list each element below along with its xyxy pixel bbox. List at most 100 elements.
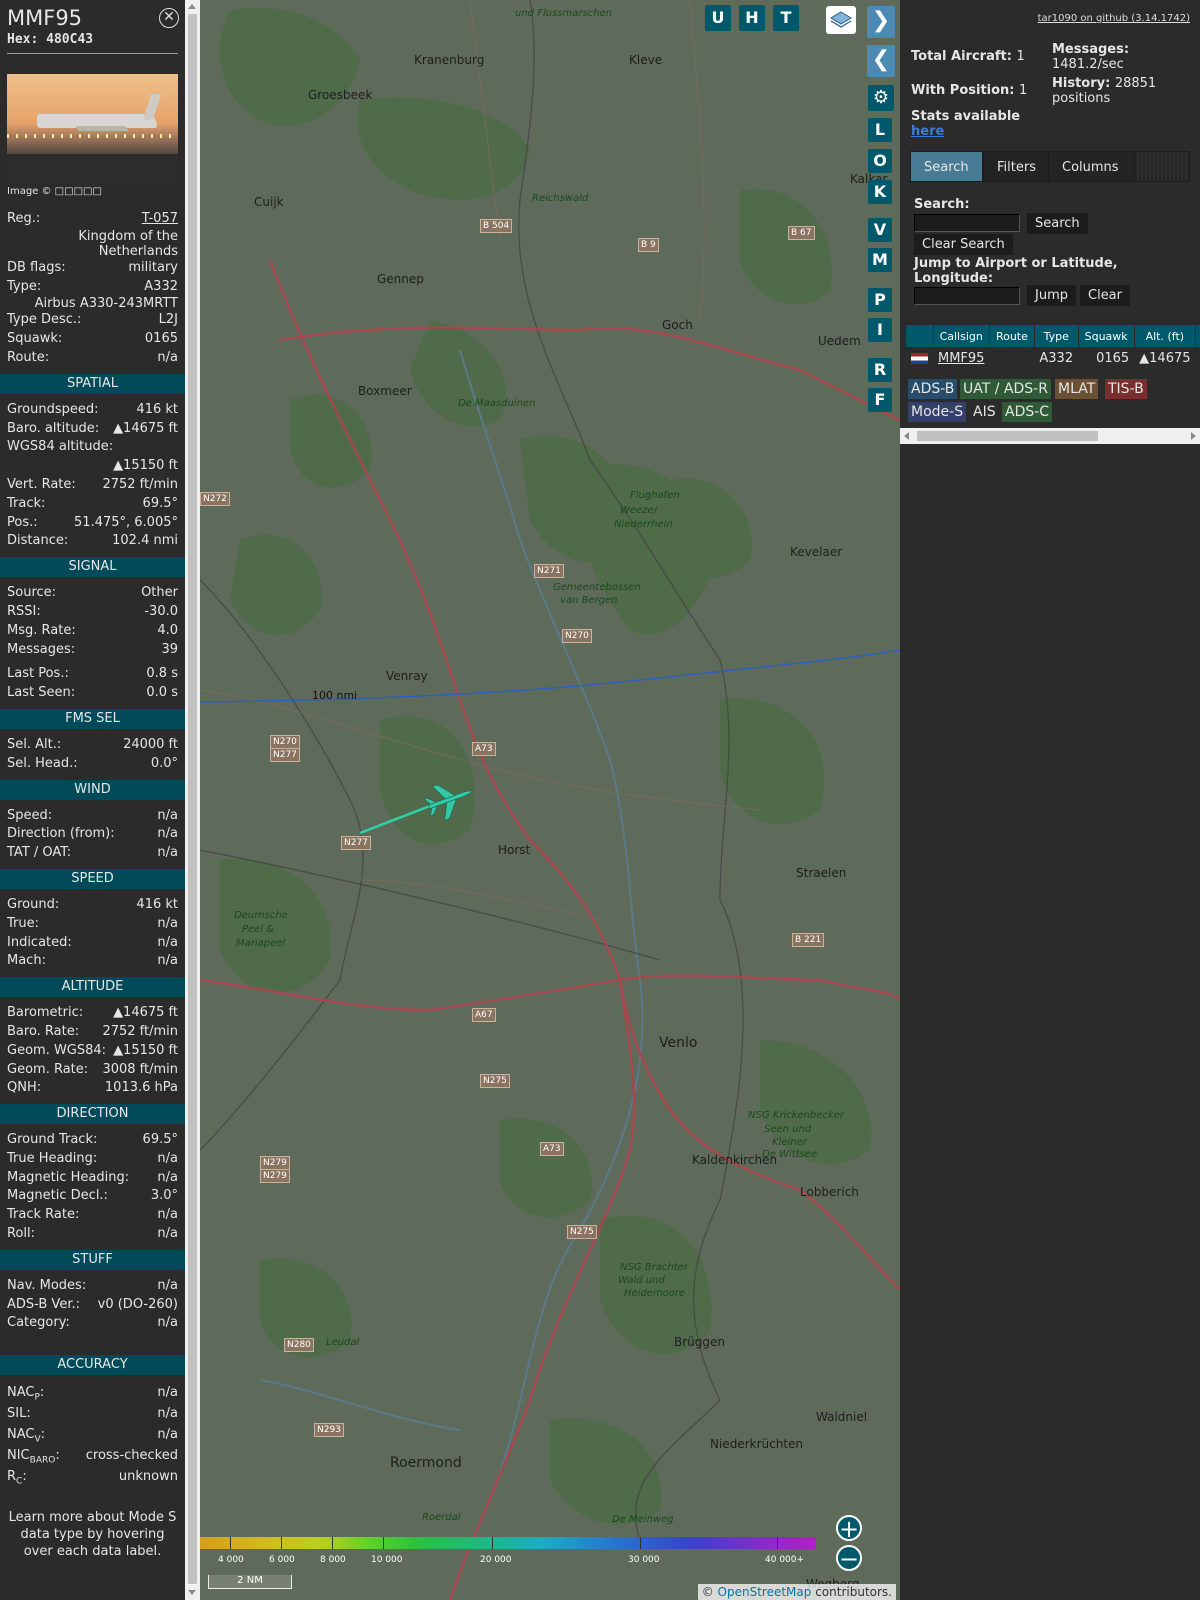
info-label: Mach: [7,953,46,969]
column-header-type[interactable]: Type [1034,325,1079,347]
map-button-i[interactable]: I [868,318,892,342]
accuracy-section: NACP: n/a SIL: n/a NACV: n/a NICBARO: cross-che… [0,1382,185,1487]
source-badge-mlat[interactable]: MLAT [1055,379,1099,399]
section-header-signal: SIGNAL [0,557,185,578]
map-button-f[interactable]: F [868,388,892,412]
source-badge-uat-ads-r[interactable]: UAT / ADS-R [960,379,1051,399]
info-panel-scrollbar[interactable] [185,0,200,1600]
aircraft-photo[interactable] [7,74,178,183]
map-button-t[interactable]: T [773,5,799,31]
map-button-r[interactable]: R [868,358,892,382]
info-value: ▲14675 ft [113,1005,178,1021]
zoom-in-button[interactable]: + [836,1515,862,1541]
tab-columns[interactable]: Columns [1048,151,1133,182]
info-label: Pos.: [7,514,38,530]
accuracy-value: cross-checked [85,1448,178,1464]
accuracy-label: NACP: [7,1382,44,1403]
info-row: Mach: n/a [0,952,185,971]
aircraft-hex: Hex: 480C43 [7,32,94,47]
with-position: With Position: 1 [911,83,1027,98]
callsign-cell[interactable]: MMF95 [933,347,989,369]
source-badge-mode-s[interactable]: Mode-S [908,402,967,422]
map-button-u[interactable]: U [705,5,731,31]
map-button-k[interactable]: K [868,180,892,204]
map-button-l[interactable]: L [868,118,892,142]
info-row: Ground: 416 kt [0,896,185,915]
table-row[interactable]: MMF95 A332 0165 ▲14675 [906,347,1200,369]
map-button-h[interactable]: H [739,5,765,31]
info-row: True: n/a [0,915,185,934]
settings-button[interactable]: ⚙ [868,85,894,111]
registration-link[interactable]: T-057 [142,210,178,229]
tab-filler [1134,151,1190,182]
altitude-tick-mark [777,1537,778,1549]
place-label: Lobberich [800,1185,859,1199]
jump-button[interactable]: Jump [1027,285,1076,306]
altitude-tick-mark [332,1537,333,1549]
info-row: WGS84 altitude: [0,438,185,457]
jump-label: Jump to Airport or Latitude, Longitude: [914,256,1118,286]
detail-label: Type Desc.: [7,312,82,328]
map-attribution: © OpenStreetMap contributors. [697,1584,896,1600]
road-label: N277 [341,836,371,850]
source-badge-ais[interactable]: AIS [970,402,999,422]
column-header-squawk[interactable]: Squawk [1078,325,1135,347]
accuracy-row: NACV: n/a [0,1424,185,1445]
map-button-m[interactable]: M [868,248,892,272]
jump-input[interactable] [914,287,1020,305]
column-header-alt-ft[interactable]: Alt. (ft) [1134,325,1197,347]
clear-search-button[interactable]: Clear Search [914,234,1013,255]
sidebar-tabs: Search Filters Columns [910,151,1190,184]
table-horizontal-scrollbar[interactable] [900,428,1200,444]
info-row: Sel. Head.: 0.0° [0,755,185,774]
info-row: Vert. Rate: 2752 ft/min [0,476,185,495]
info-row: Pos.: 51.475°, 6.005° [0,514,185,533]
collapse-sidebar-button[interactable]: ❮ [867,45,895,77]
info-label: Messages: [7,641,76,657]
layers-button[interactable] [826,6,856,34]
tab-filters[interactable]: Filters [983,151,1050,182]
info-label: Ground Track: [7,1132,98,1148]
info-value: ▲15150 ft [113,1042,178,1058]
column-header-route[interactable]: Route [989,325,1035,347]
source-badge-tis-b[interactable]: TIS-B [1105,379,1147,399]
column-header-callsign[interactable]: Callsign [933,325,990,347]
zoom-out-button[interactable]: − [836,1545,862,1571]
map-button-v[interactable]: V [868,218,892,242]
info-row: QNH: 1013.6 hPa [0,1079,185,1098]
flag-column-header [906,325,934,347]
road-label: B 504 [480,219,513,233]
callsign-link[interactable]: MMF95 [938,351,984,366]
info-value: 3.0° [150,1188,178,1204]
map-button-o[interactable]: O [868,149,892,173]
info-row: Indicated: n/a [0,934,185,953]
stats-here-link[interactable]: here [911,124,944,139]
place-label: Flughafen [630,490,680,501]
source-badge-ads-b[interactable]: ADS-B [908,379,958,399]
accuracy-value: n/a [157,1406,178,1422]
column-header-spd[interactable]: Spd [1195,325,1200,347]
close-icon[interactable]: ✕ [159,8,179,28]
source-badge-ads-c[interactable]: ADS-C [1002,402,1053,422]
accuracy-row: RC: unknown [0,1466,185,1487]
info-row: Last Pos.: 0.8 s [0,665,185,684]
place-label: De Meinweg [612,1514,674,1525]
altitude-tick-mark [640,1537,641,1549]
info-row: TAT / OAT: n/a [0,844,185,863]
map-button-p[interactable]: P [868,288,892,312]
place-label: Niederrhein [614,519,673,530]
osm-link[interactable]: OpenStreetMap [718,1585,812,1599]
section-header-fms-sel: FMS SEL [0,708,185,729]
info-row: Distance: 102.4 nmi [0,532,185,551]
search-button[interactable]: Search [1027,213,1088,234]
map-view[interactable]: Altrhein und Flussmarschen Kranenburg Kleve… [200,0,900,1600]
info-row: Roll: n/a [0,1225,185,1244]
info-value: n/a [157,934,178,950]
info-row: Ground Track: 69.5° [0,1131,185,1150]
expand-sidebar-button[interactable]: ❯ [867,6,895,38]
clear-jump-button[interactable]: Clear [1080,285,1130,306]
search-input[interactable] [914,214,1020,232]
info-label: ADS-B Ver.: [7,1296,80,1312]
github-link[interactable]: tar1090 on github (3.14.1742) [1038,13,1190,24]
tab-search[interactable]: Search [910,151,983,182]
